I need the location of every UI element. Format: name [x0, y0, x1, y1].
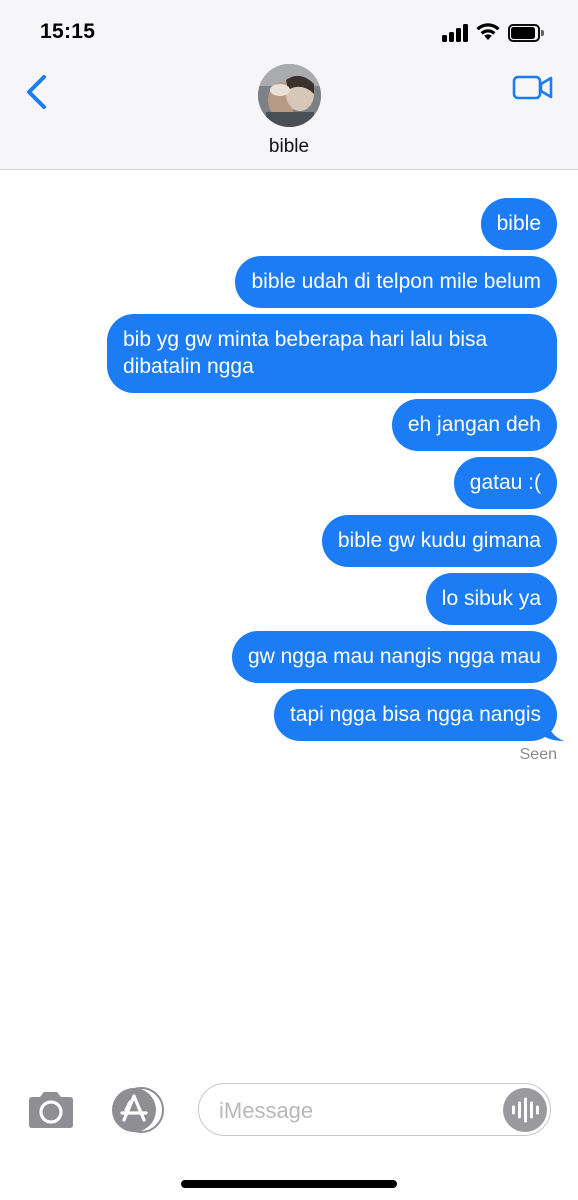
input-placeholder: iMessage — [219, 1098, 314, 1123]
avatar-photo — [258, 64, 321, 127]
contact-name[interactable]: bible — [0, 136, 578, 158]
message-bubble[interactable]: bible gw kudu gimana — [321, 515, 557, 567]
cellular-signal-icon — [442, 24, 470, 42]
message-bubble[interactable]: bible udah di telpon mile belum — [235, 256, 557, 308]
message-bubble[interactable]: gatau :( — [453, 457, 557, 509]
message-bubble[interactable]: lo sibuk ya — [425, 573, 557, 625]
status-time: 15:15 — [40, 20, 96, 43]
contact-avatar[interactable] — [258, 64, 321, 127]
message-text: tapi ngga bisa ngga nangis — [289, 703, 541, 726]
message-thread: bible bible udah di telpon mile belum bi… — [0, 198, 578, 764]
video-call-icon[interactable] — [512, 72, 554, 102]
message-bubble[interactable]: bible — [480, 198, 557, 250]
camera-icon[interactable] — [25, 1090, 76, 1130]
home-indicator — [181, 1180, 397, 1188]
conversation-header: bible — [0, 58, 578, 170]
battery-icon — [508, 24, 544, 42]
message-bubble[interactable]: eh jangan deh — [391, 399, 557, 451]
back-chevron-icon[interactable] — [22, 72, 52, 112]
imessage-input[interactable]: iMessage — [198, 1083, 551, 1136]
read-receipt: Seen — [519, 746, 557, 763]
wifi-icon — [476, 23, 500, 40]
message-bubble-last[interactable]: tapi ngga bisa ngga nangis — [273, 689, 564, 741]
status-bar: 15:15 — [0, 0, 578, 58]
bubble-tail — [542, 721, 564, 741]
message-bubble[interactable]: bib yg gw minta beberapa hari lalu bisa … — [107, 314, 557, 393]
audio-waveform-icon[interactable] — [503, 1088, 547, 1132]
message-bubble[interactable]: gw ngga mau nangis ngga mau — [231, 631, 557, 683]
composer-bar: iMessage — [0, 1080, 578, 1140]
app-store-icon[interactable] — [108, 1086, 166, 1134]
